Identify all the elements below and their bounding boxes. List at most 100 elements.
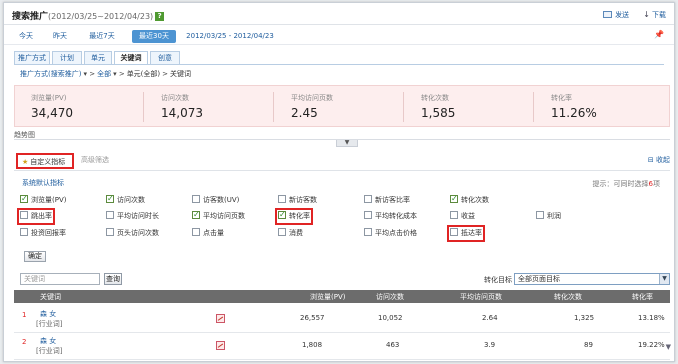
tab-unit[interactable]: 单元 [84,51,112,65]
checkbox-avg-visit-duration[interactable]: 平均访问时长 [106,211,159,222]
checkbox-checked-icon[interactable] [450,193,458,204]
checkbox-icon[interactable] [450,228,458,236]
metric-label: 转化次数 [421,94,449,102]
date-tab-30days[interactable]: 最近30天 [132,30,176,43]
cell-conversion-rate: 19.22% [638,341,665,349]
checkbox-checked-icon[interactable] [192,209,200,220]
col-pv[interactable]: 浏览量(PV) [310,292,345,302]
col-visits[interactable]: 访问次数 [376,292,404,302]
date-tab-7days[interactable]: 最近7天 [82,30,122,43]
checkbox-icon[interactable] [106,211,114,219]
metric-value: 2.45 [291,106,318,120]
query-button[interactable]: 查询 [104,273,122,285]
checkbox-clicks[interactable]: 点击量 [192,228,224,239]
tab-plan[interactable]: 计划 [52,51,82,65]
crumb-promotion[interactable]: 推广方式(搜索推广) [20,70,81,78]
checkbox-icon[interactable] [278,195,286,203]
checkbox-bounce-rate[interactable]: 跳出率 [17,208,55,225]
cell-pv: 26,557 [300,314,325,322]
checkbox-checked-icon[interactable] [278,209,286,220]
crumb-keyword: 关键词 [170,70,192,78]
metric-label: 浏览量(PV) [31,94,67,102]
chevron-down-icon[interactable]: ▾ > [83,70,95,78]
keyword-link[interactable]: 森 女 [40,336,56,346]
crumb-all[interactable]: 全部 [97,70,111,78]
select-value: 全部页面目标 [518,275,560,283]
checkbox-icon[interactable] [536,211,544,219]
help-icon[interactable]: ? [155,12,165,21]
checkbox-cost[interactable]: 消费 [278,228,303,239]
collapse-button[interactable]: ⊟ 收起 [648,153,670,169]
page-title: 搜索推广(2012/03/25~2012/04/23)? [12,9,165,22]
checkbox-avg-pages[interactable]: 平均访问页数 [192,209,245,222]
checkbox-conversion-rate[interactable]: 转化率 [275,208,313,225]
date-tab-yesterday[interactable]: 昨天 [48,30,72,43]
col-avg-pages[interactable]: 平均访问页数 [460,292,502,302]
cell-conversions: 1,325 [574,314,595,322]
divider [273,92,274,122]
checkbox-label: 新访客数 [289,196,317,204]
keyword-link[interactable]: 森 女 [40,309,56,319]
checkbox-checked-icon[interactable] [20,193,28,204]
system-default-link[interactable]: 系统默认指标 [22,178,64,188]
checkbox-icon[interactable] [364,228,372,236]
collapse-label: 收起 [656,156,670,164]
checkbox-arrival-rate[interactable]: 抵达率 [447,225,485,242]
confirm-button[interactable]: 确定 [24,251,46,262]
download-button[interactable]: ↓ 下载 [643,10,666,19]
metric-value: 1,585 [421,106,456,120]
checkbox-landing-visits[interactable]: 页头访问次数 [106,228,159,239]
col-keyword[interactable]: 关键词 [40,292,61,302]
checkbox-pv[interactable]: 浏览量(PV) [20,193,67,206]
checkbox-visits[interactable]: 访问次数 [106,193,145,206]
checkbox-icon[interactable] [278,228,286,236]
send-button[interactable]: 发送 [603,11,629,19]
checkbox-new-visitor-ratio[interactable]: 新访客比率 [364,195,410,206]
metric-value: 11.26% [551,106,597,120]
checkbox-label: 消费 [289,229,303,237]
date-tab-today[interactable]: 今天 [14,30,38,43]
col-conversions[interactable]: 转化次数 [554,292,582,302]
checkbox-revenue[interactable]: 收益 [450,211,475,222]
checkbox-profit[interactable]: 利润 [536,211,561,222]
chevron-down-icon[interactable]: ▼ [659,274,669,284]
tab-creative[interactable]: 创意 [150,51,180,65]
checkbox-icon[interactable] [20,228,28,236]
checkbox-checked-icon[interactable] [106,193,114,204]
checkbox-icon[interactable] [192,228,200,236]
crumb-separator: > [162,70,169,78]
checkbox-icon[interactable] [192,195,200,203]
cell-conversions: 89 [584,341,593,349]
tab-promotion-mode[interactable]: 推广方式 [14,51,50,65]
checkbox-icon[interactable] [450,211,458,219]
checkbox-new-visitors[interactable]: 新访客数 [278,195,317,206]
checkbox-icon[interactable] [364,211,372,219]
checkbox-icon[interactable] [106,228,114,236]
checkbox-label: 平均访问页数 [203,212,245,220]
checkbox-avg-cpc[interactable]: 平均点击价格 [364,228,417,239]
chevron-down-icon[interactable]: ▼ [336,140,358,147]
checkbox-uv[interactable]: 访客数(UV) [192,195,239,206]
checkbox-label: 收益 [461,212,475,220]
tab-keyword[interactable]: 关键词 [114,51,148,65]
checkbox-conversions[interactable]: 转化次数 [450,193,489,206]
col-conversion-rate[interactable]: 转化率 [632,292,653,302]
checkbox-icon[interactable] [20,211,28,219]
pin-icon[interactable]: 📌 [654,30,664,39]
custom-date-range[interactable]: 2012/03/25 - 2012/04/23 [184,30,276,43]
trend-chart-icon[interactable] [216,341,225,350]
checkbox-icon[interactable] [364,195,372,203]
breadcrumb: 推广方式(搜索推广) ▾ > 全部 ▾ > 单元(全部) > 关键词 [20,69,191,79]
tab-advanced-filter[interactable]: 高级筛选 [81,153,109,169]
checkbox-label: 浏览量(PV) [31,196,67,204]
tab-label: 自定义指标 [30,158,66,166]
conversion-target-select[interactable]: 全部页面目标 ▼ [514,273,670,285]
checkbox-roi[interactable]: 投资回报率 [20,228,66,239]
keyword-search-input[interactable]: 关键词 [20,273,100,285]
trend-chart-icon[interactable] [216,314,225,323]
tab-custom-indicators[interactable]: ★ 自定义指标 [16,153,74,169]
chevron-down-icon[interactable]: ▾ > [113,70,125,78]
cell-avg-pages: 2.64 [482,314,498,322]
checkbox-avg-conversion-cost[interactable]: 平均转化成本 [364,211,417,222]
scroll-down-icon[interactable]: ▼ [666,343,671,351]
